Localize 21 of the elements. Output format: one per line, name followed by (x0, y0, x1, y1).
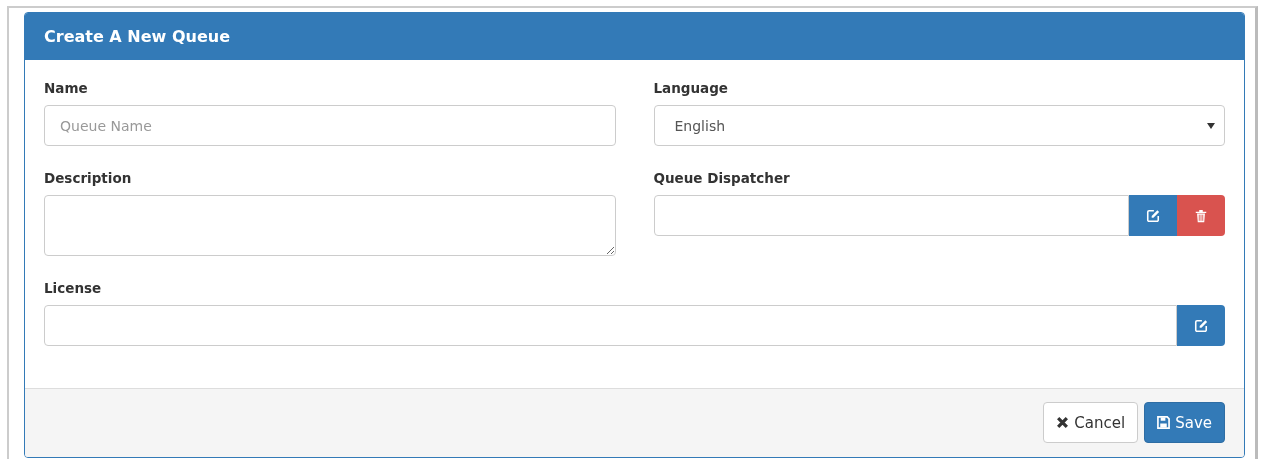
picker-field[interactable] (44, 305, 1177, 346)
caret-icon (1206, 121, 1216, 130)
field-label: Name (44, 80, 89, 96)
name-field[interactable]: Queue Name (44, 105, 616, 146)
description-field[interactable] (44, 195, 616, 256)
delete-button[interactable] (1177, 195, 1225, 236)
edit-icon (1194, 318, 1208, 333)
close-icon (1056, 416, 1070, 429)
edit-button[interactable] (1177, 305, 1225, 346)
cancel-button[interactable]: Cancel (1043, 402, 1139, 443)
field-label: Description (44, 170, 133, 186)
field-label: Language (653, 80, 730, 96)
edit-icon (1146, 208, 1160, 223)
panel-title: Create A New Queue (44, 27, 230, 46)
trash-icon (1194, 208, 1208, 223)
edit-button[interactable] (1129, 195, 1177, 236)
field-label: Queue Dispatcher (653, 170, 791, 186)
language-dropdown[interactable]: English (653, 105, 1225, 146)
picker-field[interactable] (653, 195, 1129, 236)
field-label: License (44, 280, 103, 296)
save-button[interactable]: Save (1144, 402, 1225, 443)
